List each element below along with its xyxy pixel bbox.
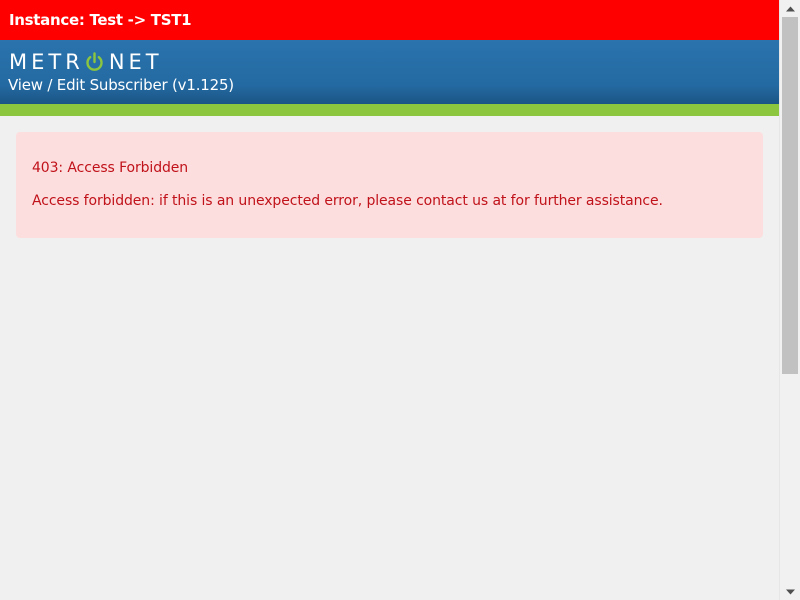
alert-title: 403: Access Forbidden	[32, 160, 189, 176]
arrow-down-icon[interactable]	[780, 583, 800, 600]
scrollbar-thumb[interactable]	[782, 17, 798, 374]
error-alert: 403: Access Forbidden Access forbidden: …	[16, 132, 763, 238]
arrow-up-icon[interactable]	[780, 0, 800, 17]
alert-message: Access forbidden: if this is an unexpect…	[32, 193, 663, 209]
vertical-scrollbar[interactable]	[779, 0, 800, 600]
logo-text-start: METR	[9, 50, 84, 74]
app-header: METR NET View / Edit Subscriber (v1.125)	[0, 40, 779, 104]
page: Instance: Test -> TST1 METR NET View / E…	[0, 0, 800, 600]
accent-bar	[0, 104, 779, 116]
power-icon	[85, 52, 104, 72]
page-title: View / Edit Subscriber (v1.125)	[8, 76, 234, 94]
content-area: Instance: Test -> TST1 METR NET View / E…	[0, 0, 779, 600]
metronet-logo[interactable]: METR NET	[9, 50, 163, 74]
logo-text-end: NET	[108, 50, 163, 74]
instance-banner: Instance: Test -> TST1	[0, 0, 779, 40]
